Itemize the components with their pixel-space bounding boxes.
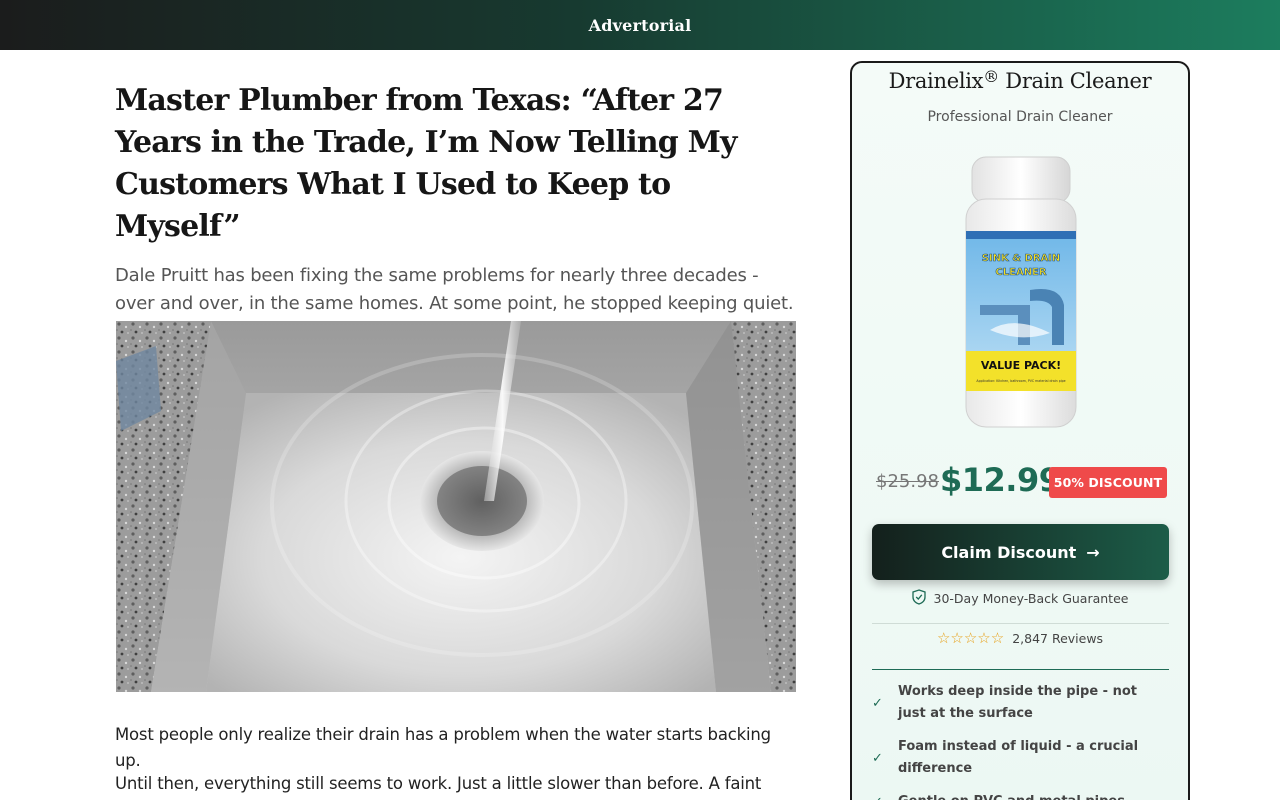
arrow-right-icon: → [1086, 542, 1100, 562]
money-back-guarantee: 30-Day Money-Back Guarantee [852, 589, 1188, 608]
bottle-label-small: Application: Kitchen, bathroom, PVC mate… [976, 379, 1065, 383]
sale-price: $12.99 [940, 461, 1061, 499]
feature-list: ✓ Works deep inside the pipe - not just … [872, 681, 1169, 800]
feature-item: ✓ Foam instead of liquid - a crucial dif… [872, 736, 1169, 780]
advertorial-label: Advertorial [588, 15, 692, 35]
feature-item: ✓ Works deep inside the pipe - not just … [872, 681, 1169, 725]
shield-check-icon [911, 589, 926, 608]
sink-drain-photo [116, 321, 796, 692]
feature-text: Foam instead of liquid - a crucial diffe… [898, 739, 1139, 776]
feature-text: Works deep inside the pipe - not just at… [898, 684, 1137, 721]
star-rating-icon: ☆☆☆☆☆ [936, 629, 1005, 647]
discount-badge: 50% DISCOUNT [1049, 467, 1167, 498]
claim-discount-label: Claim Discount [941, 542, 1077, 562]
product-card: Drainelix® Drain Cleaner Professional Dr… [850, 61, 1190, 800]
divider [872, 669, 1169, 670]
product-subtitle: Professional Drain Cleaner [927, 109, 1113, 125]
claim-discount-button[interactable]: Claim Discount → [872, 524, 1169, 580]
product-name: Drainelix® Drain Cleaner [852, 67, 1188, 93]
product-bottle-image: SINK & DRAIN CLEANER VALUE PACK! Applica… [960, 155, 1080, 429]
reviews-count: 2,847 Reviews [1012, 630, 1104, 646]
feature-text: Gentle on PVC and metal pipes [898, 791, 1125, 800]
guarantee-text: 30-Day Money-Back Guarantee [933, 591, 1129, 606]
divider [872, 623, 1169, 624]
check-icon: ✓ [872, 695, 883, 711]
article-headline: Master Plumber from Texas: “After 27 Yea… [115, 83, 737, 244]
registered-mark: ® [983, 67, 999, 86]
article-paragraph: Most people only realize their drain has… [115, 725, 771, 770]
bottle-label-top: SINK & DRAIN [982, 253, 1061, 264]
product-name-suffix: Drain Cleaner [998, 69, 1152, 93]
article-paragraph: Until then, everything still seems to wo… [115, 774, 762, 793]
product-name-text: Drainelix [888, 69, 984, 93]
feature-item: ✓ Gentle on PVC and metal pipes [872, 791, 1169, 800]
article-subhead: Dale Pruitt has been fixing the same pro… [115, 265, 794, 314]
bottle-label-pack: VALUE PACK! [981, 359, 1061, 372]
reviews-summary[interactable]: ☆☆☆☆☆ 2,847 Reviews [852, 629, 1188, 647]
article-header: Master Plumber from Texas: “After 27 Yea… [115, 80, 795, 318]
check-icon: ✓ [872, 795, 886, 800]
advertorial-banner: Advertorial [0, 0, 1280, 50]
bottle-label-mid: CLEANER [995, 267, 1046, 278]
original-price: $25.98 [876, 471, 939, 492]
check-icon: ✓ [872, 750, 883, 766]
